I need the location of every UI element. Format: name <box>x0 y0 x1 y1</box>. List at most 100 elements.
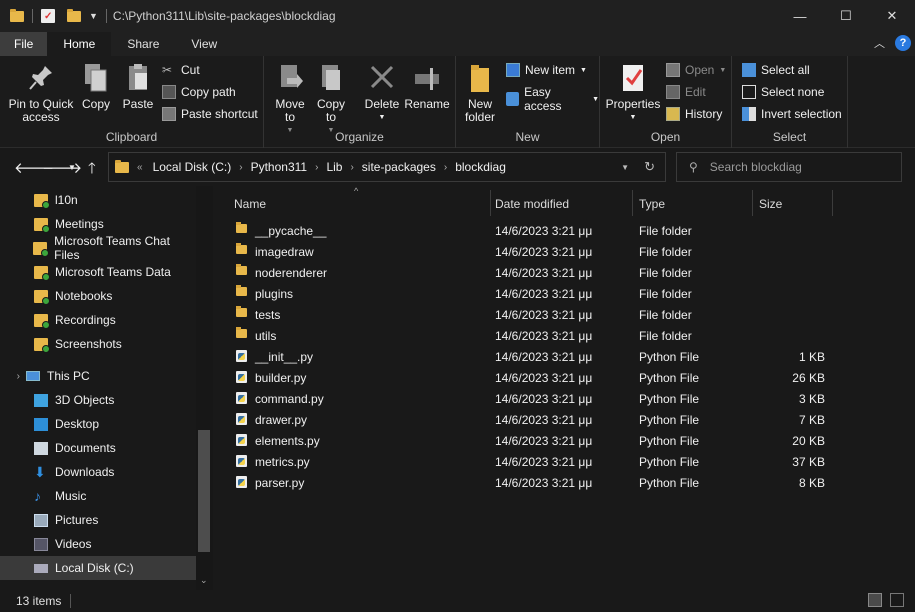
scroll-down-icon[interactable]: ⌄ <box>200 575 208 586</box>
nav-item-pictures[interactable]: Pictures <box>0 508 196 532</box>
up-arrow-icon[interactable]: 🡑 <box>88 158 96 183</box>
address-dropdown-icon[interactable]: ▼ <box>621 163 629 172</box>
refresh-icon[interactable]: ↻ <box>644 159 655 175</box>
nav-item-downloads[interactable]: ⬇ Downloads <box>0 460 196 484</box>
overflow-chevron-icon[interactable]: « <box>137 162 143 173</box>
column-divider[interactable] <box>490 190 491 216</box>
table-row[interactable]: builder.py 14/6/2023 3:21 μμ Python File 26… <box>232 367 832 388</box>
nav-item-documents[interactable]: Documents <box>0 436 196 460</box>
table-row[interactable]: imagedraw 14/6/2023 3:21 μμ File folder <box>232 241 832 262</box>
file-name: parser.py <box>255 476 305 490</box>
tab-share[interactable]: Share <box>111 32 175 56</box>
scrollbar-thumb[interactable] <box>198 430 210 552</box>
search-box[interactable]: ⚲ Search blockdiag <box>676 152 902 182</box>
rename-button[interactable]: Rename <box>404 62 450 111</box>
nav-item-3d-objects[interactable]: 3D Objects <box>0 388 196 412</box>
table-row[interactable]: parser.py 14/6/2023 3:21 μμ Python File 8 K… <box>232 472 832 493</box>
address-bar[interactable]: « Local Disk (C:) › Python311 › Lib › si… <box>108 152 666 182</box>
table-row[interactable]: __pycache__ 14/6/2023 3:21 μμ File folder <box>232 220 832 241</box>
nav-item-l10n[interactable]: l10n <box>0 188 196 212</box>
column-header-date[interactable]: Date modified <box>495 192 569 216</box>
nav-item-screenshots[interactable]: Screenshots <box>0 332 196 356</box>
delete-x-icon <box>367 62 397 94</box>
move-to-button[interactable]: Move to ▼ <box>272 62 308 137</box>
nav-item-meetings[interactable]: Meetings <box>0 212 196 236</box>
paste-button[interactable]: Paste <box>118 62 158 111</box>
details-view-icon[interactable] <box>868 593 882 607</box>
clipboard-group: Pin to Quick access Copy Paste ✂ Cut Cop… <box>0 56 264 148</box>
customize-quick-access-icon[interactable]: ▼ <box>89 11 98 21</box>
nav-item-this-pc[interactable]: › This PC <box>0 364 196 388</box>
pin-to-quick-access-button[interactable]: Pin to Quick access <box>6 62 76 124</box>
file-name: noderenderer <box>255 266 328 280</box>
column-divider[interactable] <box>832 190 833 216</box>
nav-item-videos[interactable]: Videos <box>0 532 196 556</box>
paste-shortcut-button[interactable]: Paste shortcut <box>162 107 258 121</box>
chevron-right-icon[interactable]: › <box>0 371 26 382</box>
breadcrumb-python311[interactable]: Python311 <box>251 160 308 174</box>
search-icon: ⚲ <box>689 160 698 174</box>
table-row[interactable]: metrics.py 14/6/2023 3:21 μμ Python File 37… <box>232 451 832 472</box>
breadcrumb-blockdiag[interactable]: blockdiag <box>455 160 506 174</box>
copy-path-button[interactable]: Copy path <box>162 85 236 99</box>
column-divider[interactable] <box>632 190 633 216</box>
new-folder-icon[interactable] <box>67 8 81 22</box>
nav-item-teams-chat-files[interactable]: Microsoft Teams Chat Files <box>0 234 196 262</box>
select-none-button[interactable]: Select none <box>742 85 824 99</box>
breadcrumb-site-packages[interactable]: site-packages <box>362 160 436 174</box>
breadcrumb-lib[interactable]: Lib <box>326 160 342 174</box>
column-header-size[interactable]: Size <box>759 192 782 216</box>
easy-access-button[interactable]: Easy access ▼ <box>506 85 599 113</box>
nav-item-teams-data[interactable]: Microsoft Teams Data <box>0 260 196 284</box>
chevron-right-icon[interactable]: › <box>350 162 353 173</box>
open-button[interactable]: Open ▼ <box>666 63 726 77</box>
nav-item-desktop[interactable]: Desktop <box>0 412 196 436</box>
nav-item-recordings[interactable]: Recordings <box>0 308 196 332</box>
chevron-right-icon[interactable]: › <box>239 162 242 173</box>
column-header-type[interactable]: Type <box>639 192 665 216</box>
maximize-button[interactable]: ☐ <box>823 0 869 32</box>
nav-item-music[interactable]: ♪ Music <box>0 484 196 508</box>
table-row[interactable]: __init__.py 14/6/2023 3:21 μμ Python File 1… <box>232 346 832 367</box>
edit-icon <box>666 85 680 99</box>
chevron-right-icon[interactable]: › <box>444 162 447 173</box>
file-date-modified: 14/6/2023 3:21 μμ <box>495 287 593 301</box>
properties-check-icon[interactable]: ✓ <box>41 9 55 23</box>
edit-button[interactable]: Edit <box>666 85 706 99</box>
tab-home[interactable]: Home <box>47 32 112 56</box>
table-row[interactable]: drawer.py 14/6/2023 3:21 μμ Python File 7 K… <box>232 409 832 430</box>
copy-button[interactable]: Copy <box>78 62 114 111</box>
history-button[interactable]: History <box>666 107 722 121</box>
minimize-button[interactable]: — <box>777 0 823 32</box>
column-divider[interactable] <box>752 190 753 216</box>
properties-button[interactable]: Properties ▼ <box>604 62 662 124</box>
recent-locations-icon[interactable]: ▼ <box>68 163 76 172</box>
table-row[interactable]: command.py 14/6/2023 3:21 μμ Python File 3 … <box>232 388 832 409</box>
collapse-ribbon-icon[interactable]: ︿ <box>874 35 885 51</box>
large-icons-view-icon[interactable] <box>890 593 904 607</box>
breadcrumb-local-disk[interactable]: Local Disk (C:) <box>153 160 232 174</box>
nav-item-notebooks[interactable]: Notebooks <box>0 284 196 308</box>
table-row[interactable]: elements.py 14/6/2023 3:21 μμ Python File 2… <box>232 430 832 451</box>
tab-file[interactable]: File <box>0 32 48 56</box>
forward-arrow-icon[interactable]: 🡒 <box>42 158 82 177</box>
table-row[interactable]: utils 14/6/2023 3:21 μμ File folder <box>232 325 832 346</box>
table-row[interactable]: noderenderer 14/6/2023 3:21 μμ File folder <box>232 262 832 283</box>
new-item-button[interactable]: New item ▼ <box>506 63 587 77</box>
delete-button[interactable]: Delete ▼ <box>362 62 402 124</box>
folder-icon <box>33 241 49 257</box>
copy-to-button[interactable]: Copy to ▼ <box>312 62 350 137</box>
table-row[interactable]: tests 14/6/2023 3:21 μμ File folder <box>232 304 832 325</box>
column-header-name[interactable]: Name <box>234 192 266 216</box>
nav-item-local-disk[interactable]: Local Disk (C:) <box>0 556 196 580</box>
table-row[interactable]: plugins 14/6/2023 3:21 μμ File folder <box>232 283 832 304</box>
new-folder-button[interactable]: New folder <box>462 62 498 124</box>
cut-button[interactable]: ✂ Cut <box>162 63 200 77</box>
nav-scrollbar[interactable]: ⌄ <box>196 186 213 590</box>
select-all-button[interactable]: Select all <box>742 63 810 77</box>
invert-selection-button[interactable]: Invert selection <box>742 107 842 121</box>
tab-view[interactable]: View <box>175 32 233 56</box>
close-button[interactable]: ✕ <box>869 0 915 32</box>
help-icon[interactable]: ? <box>895 35 911 51</box>
chevron-right-icon[interactable]: › <box>315 162 318 173</box>
